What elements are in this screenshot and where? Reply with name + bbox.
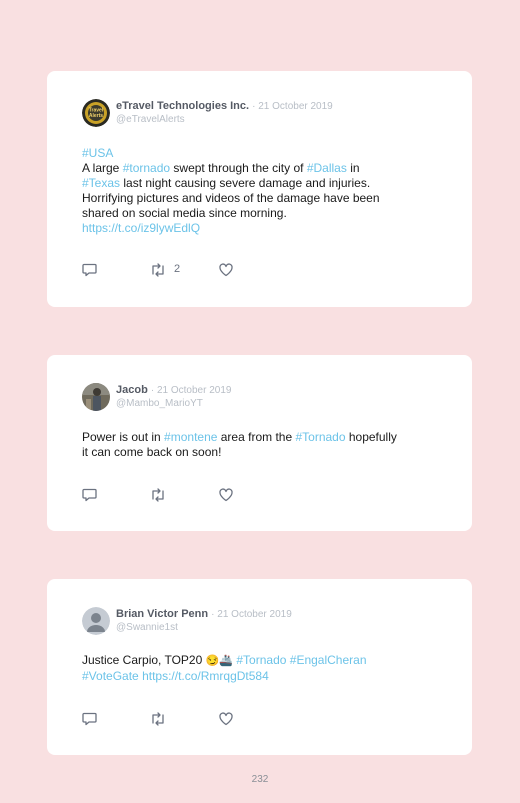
text-line: it can come back on soon! (82, 445, 222, 459)
tweet-date: · 21 October 2019 (211, 609, 292, 620)
like-icon[interactable] (218, 262, 234, 278)
hashtag-link[interactable]: #tornado (123, 161, 170, 175)
reply-icon[interactable] (82, 487, 98, 503)
hashtag-link[interactable]: #USA (82, 146, 113, 160)
text-span: hopefully (345, 430, 397, 444)
retweet-icon[interactable] (149, 487, 167, 503)
tweet-card: Jacob · 21 October 2019 @Mambo_MarioYT P… (47, 355, 472, 531)
page-number: 232 (251, 774, 269, 785)
text-span: A large (82, 161, 123, 175)
tweet-date: · 21 October 2019 (252, 101, 333, 112)
emoji: 😏🚢 (205, 655, 234, 667)
retweet-icon[interactable] (149, 262, 167, 278)
display-name[interactable]: Brian Victor Penn (116, 608, 208, 620)
display-name[interactable]: eTravel Technologies Inc. (116, 100, 249, 112)
text-span: last night causing severe damage and inj… (120, 176, 371, 190)
text-span: Power is out in (82, 430, 165, 444)
user-handle[interactable]: @Swannie1st (116, 621, 292, 634)
user-handle[interactable]: @Mambo_MarioYT (116, 397, 231, 410)
tweet-actions (82, 711, 282, 727)
like-icon[interactable] (218, 711, 234, 727)
display-name[interactable]: Jacob (116, 384, 148, 396)
text-line: shared on social media since morning. (82, 206, 287, 220)
retweet-count: 2 (174, 263, 181, 275)
reply-icon[interactable] (82, 711, 98, 727)
like-icon[interactable] (218, 487, 234, 503)
text-span: in (346, 161, 360, 175)
hashtag-link[interactable]: #montene (164, 430, 217, 444)
tweet-actions: 2 (82, 262, 282, 278)
text-span: area from the (217, 430, 296, 444)
avatar[interactable]: Travel Alerts (82, 99, 110, 127)
hashtag-link[interactable]: #EngalCheran (290, 653, 367, 667)
retweet-icon[interactable] (149, 711, 167, 727)
reply-icon[interactable] (82, 262, 98, 278)
tweet-card: Brian Victor Penn · 21 October 2019 @Swa… (47, 579, 472, 755)
hashtag-link[interactable]: #VoteGate (82, 669, 139, 683)
tweet-card: Travel Alerts eTravel Technologies Inc. … (47, 71, 472, 307)
avatar[interactable] (82, 383, 110, 411)
hashtag-link[interactable]: #Texas (82, 176, 120, 190)
avatar[interactable] (82, 607, 110, 635)
svg-text:Alerts: Alerts (89, 113, 103, 119)
tweet-text: #USA A large #tornado swept through the … (82, 146, 442, 236)
hashtag-link[interactable]: #Tornado (295, 430, 345, 444)
tweet-text: Power is out in #montene area from the #… (82, 430, 442, 460)
hashtag-link[interactable]: #Tornado (236, 653, 286, 667)
text-line: Horrifying pictures and videos of the da… (82, 191, 380, 205)
tweet-text: Justice Carpio, TOP20 😏🚢 #Tornado #Engal… (82, 653, 442, 684)
text-span: swept through the city of (170, 161, 307, 175)
hashtag-link[interactable]: #Dallas (307, 161, 347, 175)
tweet-actions (82, 487, 282, 503)
text-span: Justice Carpio, TOP20 (82, 653, 206, 667)
url-link[interactable]: https://t.co/iz9lywEdlQ (82, 221, 200, 235)
url-link[interactable]: https://t.co/RmrqgDt584 (142, 669, 269, 683)
tweet-date: · 21 October 2019 (150, 385, 232, 396)
user-handle[interactable]: @eTravelAlerts (116, 113, 333, 126)
